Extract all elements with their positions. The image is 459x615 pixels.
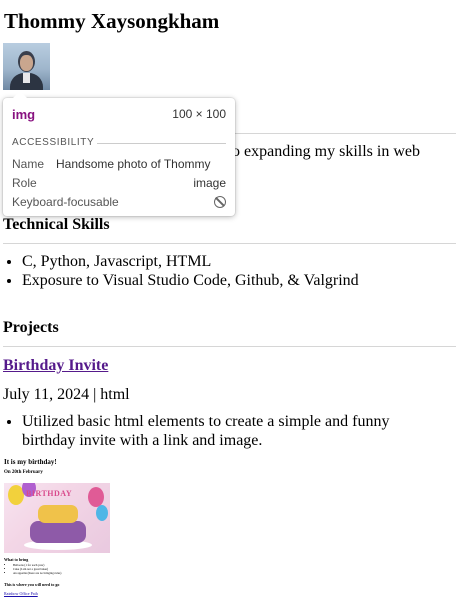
list-item: Exposure to Visual Studio Code, Github, …: [22, 271, 359, 290]
tooltip-role-row: Role image: [12, 176, 226, 192]
project-title-link[interactable]: Birthday Invite: [3, 357, 108, 375]
balloon-icon: [88, 487, 104, 507]
tooltip-role-value: image: [193, 176, 226, 190]
cake-top-tier: [38, 505, 78, 523]
meta-separator: |: [93, 386, 97, 403]
preview-bring-list: Balloons (1 for each year) Cake (I am no…: [7, 563, 61, 575]
page-title: Thommy Xaysongkham: [4, 9, 220, 33]
tooltip-accessibility-heading: ACCESSIBILITY: [12, 137, 95, 148]
list-item: An appetite (there are no bringing rules…: [13, 571, 61, 575]
tooltip-focusable-label: Keyboard-focusable: [12, 195, 119, 209]
tooltip-divider: [97, 143, 226, 144]
preview-subtitle: On 20th February: [4, 470, 43, 475]
birthday-cake-image: BIRTHDAY: [4, 483, 110, 553]
tooltip-tag: img: [12, 107, 36, 122]
cake-banner: BIRTHDAY: [26, 489, 73, 498]
devtools-inspect-tooltip: img 100 × 100 ACCESSIBILITY Name Handsom…: [3, 91, 235, 216]
project-meta: July 11, 2024 | html: [3, 386, 130, 404]
balloon-icon: [96, 505, 108, 521]
tooltip-dimensions: 100 × 100: [172, 107, 226, 121]
portfolio-page: Thommy Xaysongkham o expanding my skills…: [0, 0, 459, 615]
project-preview-image: It is my birthday! On 20th February BIRT…: [3, 458, 153, 608]
projects-divider: [3, 346, 456, 347]
avatar-collar: [23, 73, 30, 83]
project-bullets: Utilized basic html elements to create a…: [3, 412, 442, 450]
project-date: July 11, 2024: [3, 386, 90, 403]
skills-divider: [3, 243, 456, 244]
preview-where-heading: This is where you will need to go: [4, 582, 60, 587]
tooltip-name-label: Name: [12, 157, 45, 171]
skills-heading: Technical Skills: [3, 216, 110, 233]
avatar-face: [20, 55, 33, 71]
skills-list: C, Python, Javascript, HTML Exposure to …: [3, 252, 359, 290]
cake-bottom-tier: [30, 521, 86, 543]
list-item: Utilized basic html elements to create a…: [22, 412, 442, 450]
projects-heading: Projects: [3, 319, 59, 336]
not-focusable-icon: [214, 196, 226, 208]
tooltip-focusable-row: Keyboard-focusable: [12, 195, 226, 211]
preview-title: It is my birthday!: [4, 458, 57, 466]
about-text: o expanding my skills in web: [232, 143, 420, 160]
tooltip-name-row: Name Handsome photo of Thommy: [12, 157, 226, 173]
list-item: C, Python, Javascript, HTML: [22, 252, 359, 271]
tooltip-name-value: Handsome photo of Thommy: [56, 157, 211, 171]
preview-link: Rainbow Office Path: [4, 591, 38, 596]
profile-photo[interactable]: [3, 43, 50, 90]
tooltip-role-label: Role: [12, 176, 37, 190]
preview-bring-heading: What to bring: [4, 557, 29, 562]
project-tech: html: [100, 386, 130, 403]
